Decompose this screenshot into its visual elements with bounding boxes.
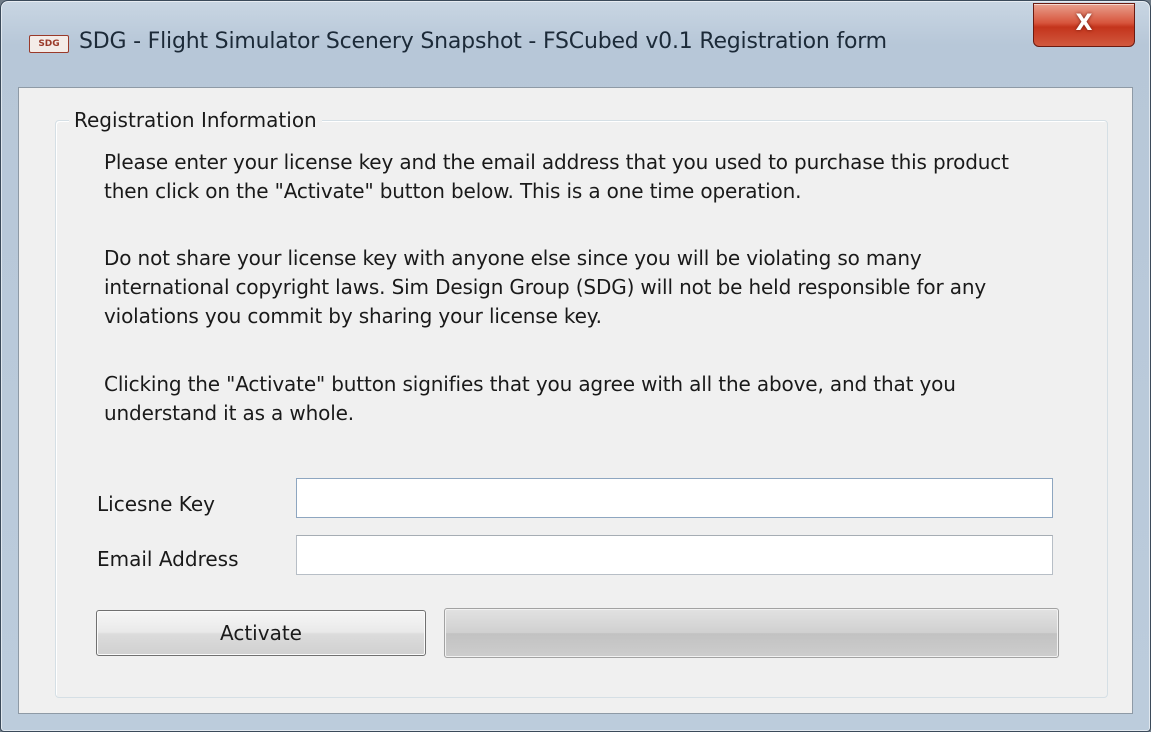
close-icon: X [1075, 11, 1093, 36]
groupbox-label: Registration Information [69, 108, 322, 132]
registration-window: SDG SDG - Flight Simulator Scenery Snaps… [0, 0, 1151, 732]
license-key-input[interactable] [296, 478, 1053, 518]
email-input[interactable] [296, 535, 1053, 575]
license-key-label: Licesne Key [97, 492, 216, 516]
activation-progress-bar [444, 608, 1059, 658]
app-icon: SDG [29, 35, 69, 53]
email-label: Email Address [97, 547, 239, 571]
activate-button[interactable]: Activate [96, 610, 426, 656]
client-area: Registration Information Please enter yo… [18, 87, 1133, 714]
window-title: SDG - Flight Simulator Scenery Snapshot … [79, 29, 887, 54]
close-button[interactable]: X [1033, 3, 1135, 47]
agreement-paragraph: Clicking the "Activate" button signifies… [104, 372, 956, 425]
license-warning-paragraph: Do not share your license key with anyon… [104, 246, 987, 328]
title-bar[interactable]: SDG SDG - Flight Simulator Scenery Snaps… [1, 1, 1150, 81]
instructions-paragraph: Please enter your license key and the em… [104, 150, 1009, 203]
